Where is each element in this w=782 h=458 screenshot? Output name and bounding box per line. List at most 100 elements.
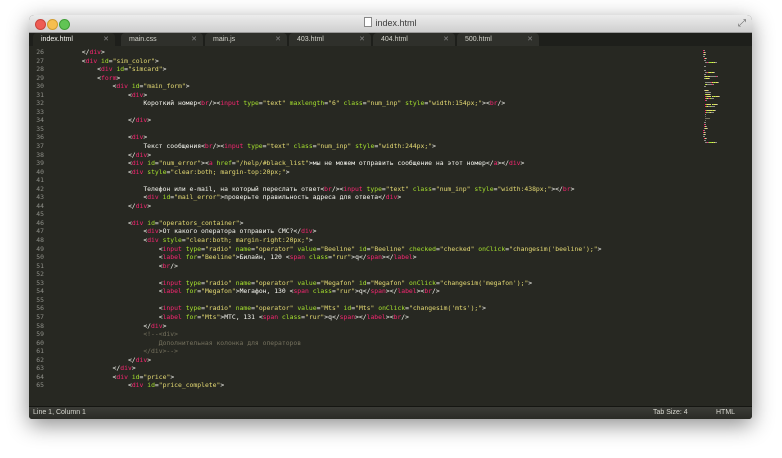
code-line[interactable]: 57 <label for="Mts">МТС, 131 <span class… bbox=[29, 313, 669, 322]
code-token: "width:244px;" bbox=[378, 142, 433, 151]
code-line[interactable]: 36 <div> bbox=[29, 133, 669, 142]
tab-close-icon[interactable]: ✕ bbox=[359, 33, 365, 46]
code-line[interactable]: 58 </div> bbox=[29, 322, 669, 331]
code-line[interactable]: 40 <div style="clear:both; margin-top:20… bbox=[29, 168, 669, 177]
code-line[interactable]: 62 </div> bbox=[29, 356, 669, 365]
code-text: </div> bbox=[51, 356, 151, 365]
code-line[interactable]: 50 <label for="Beeline">Билайн, 120 <spa… bbox=[29, 253, 669, 262]
tab-size-selector[interactable]: Tab Size: 4 bbox=[653, 407, 688, 419]
line-number: 56 bbox=[36, 304, 44, 313]
code-token: div bbox=[131, 167, 144, 176]
code-token: "changesim('beeline');" bbox=[509, 244, 598, 253]
code-token: < bbox=[51, 193, 148, 202]
code-token: div bbox=[131, 159, 144, 168]
code-line[interactable]: 33 bbox=[29, 108, 669, 117]
code-line[interactable]: 35 bbox=[29, 125, 669, 134]
code-token: id bbox=[147, 381, 155, 390]
code-text: Телефон или e-mail, на который переслать… bbox=[51, 185, 574, 194]
code-token: >Мегафон, 130 < bbox=[235, 287, 294, 296]
tab-close-icon[interactable]: ✕ bbox=[443, 33, 449, 46]
code-text: Текст сообщения<br/><input type="text" c… bbox=[51, 142, 436, 151]
code-line[interactable]: 38 </div> bbox=[29, 151, 669, 160]
code-line[interactable]: 54 <label for="Megafon">Мегафон, 130 <sp… bbox=[29, 287, 669, 296]
code-token: > bbox=[220, 381, 225, 390]
code-token: />< bbox=[212, 142, 225, 151]
code-token: style bbox=[405, 99, 425, 108]
code-token: div bbox=[135, 201, 148, 210]
tab-500-html[interactable]: 500.html ✕ bbox=[457, 33, 539, 46]
line-number: 49 bbox=[36, 244, 44, 253]
line-number: 55 bbox=[36, 295, 44, 304]
code-line[interactable]: 53 <input type="radio" name="operator" v… bbox=[29, 279, 669, 288]
code-line[interactable]: 27 <div id="sim_color"> bbox=[29, 57, 669, 66]
code-line[interactable]: 42 Телефон или e-mail, на который пересл… bbox=[29, 185, 669, 194]
code-line[interactable]: 45 bbox=[29, 210, 669, 219]
code-line[interactable]: 47 <div>От какого оператора отправить СМ… bbox=[29, 227, 669, 236]
code-line[interactable]: 61 </div>--> bbox=[29, 347, 669, 356]
code-line[interactable]: 55 bbox=[29, 296, 669, 305]
tab-close-icon[interactable]: ✕ bbox=[527, 33, 533, 46]
code-line[interactable]: 26 </div> bbox=[29, 48, 669, 57]
code-line[interactable]: 48 <div style="clear:both; margin-right:… bbox=[29, 236, 669, 245]
code-token: > bbox=[147, 150, 152, 159]
tab-index-html[interactable]: index.html ✕ bbox=[33, 33, 115, 46]
code-token: >< bbox=[482, 99, 490, 108]
code-text: <div id="simcard"> bbox=[51, 65, 166, 74]
code-lines[interactable]: 26 </div> 27 <div id="sim_color"> 28 <div … bbox=[29, 48, 669, 390]
code-line[interactable]: 46 <div id="operators_container"> bbox=[29, 219, 669, 228]
code-line[interactable]: 51 <br/> bbox=[29, 262, 669, 271]
code-text: <input type="radio" name="operator" valu… bbox=[51, 304, 486, 313]
line-number: 53 bbox=[36, 278, 44, 287]
title-bar[interactable]: index.html ⤢ bbox=[29, 15, 752, 33]
code-line[interactable]: 43 <div id="mail_error">проверьте правил… bbox=[29, 193, 669, 202]
code-token: "text" bbox=[262, 99, 286, 108]
code-line[interactable]: 56 <input type="radio" name="operator" v… bbox=[29, 304, 669, 313]
code-token: < bbox=[51, 133, 132, 142]
code-line[interactable]: 32 Короткий номер<br/><input type="text"… bbox=[29, 99, 669, 108]
code-token: div bbox=[301, 227, 313, 236]
code-token: style bbox=[147, 167, 167, 176]
code-token: br bbox=[489, 99, 498, 108]
code-line[interactable]: 37 Текст сообщения<br/><input type="text… bbox=[29, 142, 669, 151]
tab-close-icon[interactable]: ✕ bbox=[103, 33, 109, 46]
code-line[interactable]: 30 <div id="main_form"> bbox=[29, 82, 669, 91]
code-line[interactable]: 39 <div id="num_error"><a href="/help/#b… bbox=[29, 159, 669, 168]
code-editor[interactable]: 26 </div> 27 <div id="sim_color"> 28 <div … bbox=[29, 46, 752, 407]
code-text: <div id="num_error"><a href="/help/#blac… bbox=[51, 159, 524, 168]
code-line[interactable]: 29 <form> bbox=[29, 74, 669, 83]
code-line[interactable]: 49 <input type="radio" name="operator" v… bbox=[29, 245, 669, 254]
code-token: value bbox=[297, 278, 317, 287]
line-number: 26 bbox=[36, 48, 44, 56]
tab-403-html[interactable]: 403.html ✕ bbox=[289, 33, 371, 46]
code-line[interactable]: 63 </div> bbox=[29, 364, 669, 373]
line-number: 50 bbox=[36, 253, 44, 262]
code-token: "6" bbox=[328, 99, 340, 108]
tab-main-css[interactable]: main.css ✕ bbox=[121, 33, 203, 46]
code-line[interactable]: 59 <!--<div> bbox=[29, 330, 669, 339]
code-token: < bbox=[51, 73, 102, 82]
code-token: "text" bbox=[266, 142, 290, 151]
code-line[interactable]: 41 bbox=[29, 176, 669, 185]
code-line[interactable]: 64 <div id="price"> bbox=[29, 373, 669, 382]
code-token: "clear:both; margin-right:20px;" bbox=[185, 236, 309, 245]
code-line[interactable]: 28 <div id="simcard"> bbox=[29, 65, 669, 74]
code-line[interactable]: 60 Дополнительная колонка для операторов bbox=[29, 339, 669, 348]
minimap[interactable] bbox=[702, 50, 746, 150]
tab-main-js[interactable]: main.js ✕ bbox=[205, 33, 287, 46]
code-token: ></ bbox=[355, 312, 367, 321]
code-token: "num_inp" bbox=[435, 184, 471, 193]
code-line[interactable]: 44 </div> bbox=[29, 202, 669, 211]
syntax-selector[interactable]: HTML bbox=[716, 407, 735, 419]
code-token: > bbox=[143, 90, 148, 99]
code-line[interactable]: 34 </div> bbox=[29, 116, 669, 125]
tab-404-html[interactable]: 404.html ✕ bbox=[373, 33, 455, 46]
line-number: 36 bbox=[36, 133, 44, 142]
code-line[interactable]: 31 <div> bbox=[29, 91, 669, 100]
fullscreen-icon[interactable]: ⤢ bbox=[738, 18, 746, 29]
line-number: 38 bbox=[36, 150, 44, 159]
code-token: < bbox=[51, 82, 117, 91]
tab-close-icon[interactable]: ✕ bbox=[275, 33, 281, 46]
code-line[interactable]: 52 bbox=[29, 270, 669, 279]
code-line[interactable]: 65 <div id="price_complete"> bbox=[29, 381, 669, 390]
tab-close-icon[interactable]: ✕ bbox=[191, 33, 197, 46]
